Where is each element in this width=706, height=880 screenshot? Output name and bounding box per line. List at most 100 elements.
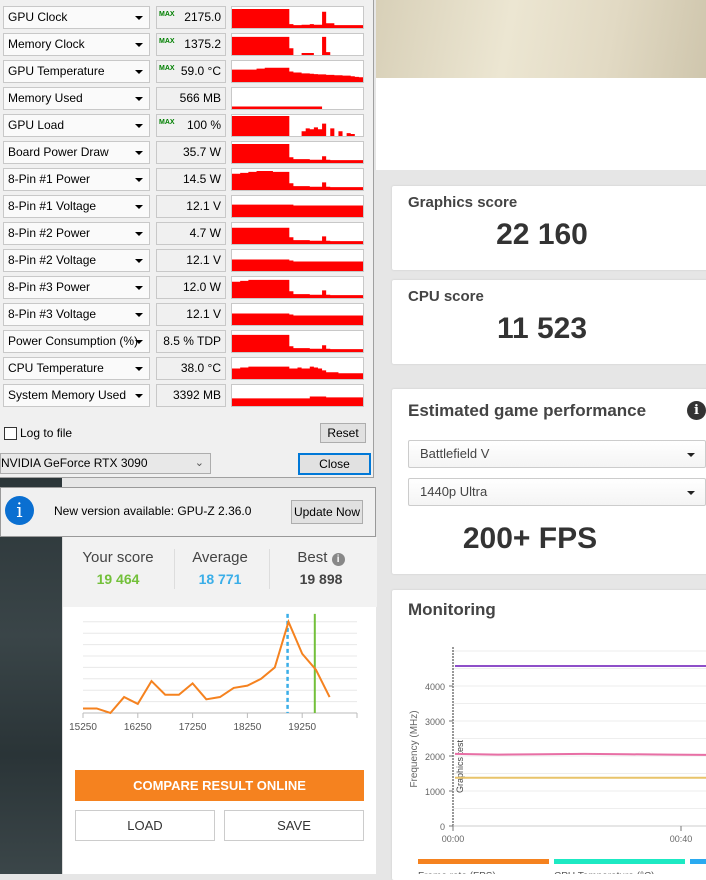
caret-down-icon bbox=[687, 453, 695, 457]
gpuz-sensors-window: GPU Clock MAX2175.0 MHz Memory Clock MAX… bbox=[0, 0, 374, 478]
checkbox-box[interactable] bbox=[4, 426, 17, 440]
sensor-row: System Memory Used 3392 MB bbox=[3, 384, 364, 407]
sensor-history-area bbox=[232, 227, 363, 244]
caret-down-icon bbox=[135, 232, 143, 236]
sensor-name-dropdown[interactable]: GPU Load bbox=[3, 114, 150, 137]
compare-result-online-button[interactable]: COMPARE RESULT ONLINE bbox=[75, 770, 364, 801]
game-select-value: Battlefield V bbox=[420, 446, 490, 461]
caret-down-icon bbox=[135, 124, 143, 128]
sensor-name-dropdown[interactable]: Board Power Draw bbox=[3, 141, 150, 164]
sensor-history-area bbox=[232, 143, 363, 163]
sensor-name-dropdown[interactable]: System Memory Used bbox=[3, 384, 150, 407]
sensor-graph bbox=[231, 33, 364, 56]
sensor-name: 8-Pin #2 Voltage bbox=[8, 253, 97, 267]
sensor-value: 12.0 W bbox=[156, 276, 226, 299]
sensor-history-area bbox=[232, 204, 363, 217]
sensor-name-dropdown[interactable]: Power Consumption (%) bbox=[3, 330, 150, 353]
sensor-value-text: 12.1 V bbox=[186, 253, 221, 267]
sensor-name: 8-Pin #3 Voltage bbox=[8, 307, 97, 321]
save-button[interactable]: SAVE bbox=[224, 810, 364, 841]
sensor-value: 35.7 W bbox=[156, 141, 226, 164]
sensor-graph bbox=[231, 303, 364, 326]
sensor-graph bbox=[231, 87, 364, 110]
caret-down-icon bbox=[135, 43, 143, 47]
gpu-select[interactable]: NVIDIA GeForce RTX 3090 ⌄ bbox=[0, 453, 211, 474]
caret-down-icon bbox=[135, 367, 143, 371]
caret-down-icon bbox=[135, 286, 143, 290]
sensor-value-text: 3392 MB bbox=[172, 388, 221, 402]
info-icon: i bbox=[5, 496, 34, 525]
sensor-value-text: 12.1 V bbox=[186, 199, 221, 213]
legend-swatch[interactable] bbox=[418, 859, 549, 864]
caret-down-icon bbox=[135, 151, 143, 155]
sensor-value: 12.1 V bbox=[156, 303, 226, 326]
sensor-name-dropdown[interactable]: GPU Temperature bbox=[3, 60, 150, 83]
sensor-row: 8-Pin #2 Voltage 12.1 V bbox=[3, 249, 364, 272]
caret-down-icon bbox=[135, 205, 143, 209]
gpu-select-value: NVIDIA GeForce RTX 3090 bbox=[1, 456, 148, 470]
sensor-history-area bbox=[232, 67, 363, 82]
x-tick-label: 00:40 bbox=[670, 834, 693, 844]
sensor-graph bbox=[231, 168, 364, 191]
sensor-name-dropdown[interactable]: 8-Pin #3 Voltage bbox=[3, 303, 150, 326]
info-icon[interactable]: i bbox=[687, 401, 706, 420]
sensor-name: 8-Pin #1 Power bbox=[8, 172, 91, 186]
sensor-name-dropdown[interactable]: GPU Clock bbox=[3, 6, 150, 29]
sensor-graph bbox=[231, 222, 364, 245]
close-button[interactable]: Close bbox=[298, 453, 371, 475]
y-tick-label: 4000 bbox=[425, 682, 445, 692]
sensor-value-text: 14.5 W bbox=[182, 172, 221, 186]
sensor-name-dropdown[interactable]: 8-Pin #2 Power bbox=[3, 222, 150, 245]
sensor-value-text: 8.5 % TDP bbox=[163, 334, 221, 348]
y-tick-label: 1000 bbox=[425, 787, 445, 797]
cpu-score-label: CPU score bbox=[408, 288, 484, 305]
graphics-score-label: Graphics score bbox=[408, 194, 518, 211]
sensor-name-dropdown[interactable]: 8-Pin #1 Power bbox=[3, 168, 150, 191]
sensor-value-text: 100 % bbox=[186, 118, 221, 132]
sensor-row: GPU Load MAX 100 % bbox=[3, 114, 364, 137]
sensor-history-area bbox=[232, 8, 363, 28]
sensor-history-area bbox=[232, 334, 363, 352]
log-to-file-checkbox[interactable]: Log to file bbox=[4, 426, 72, 440]
best-label: Best bbox=[297, 549, 328, 566]
sensor-name: Power Consumption (%) bbox=[8, 334, 139, 348]
sensor-name-dropdown[interactable]: 8-Pin #3 Power bbox=[3, 276, 150, 299]
legend-swatch[interactable] bbox=[690, 859, 706, 864]
legend-swatch[interactable] bbox=[554, 859, 685, 864]
caret-down-icon bbox=[135, 97, 143, 101]
sensor-row: 8-Pin #1 Power 14.5 W bbox=[3, 168, 364, 191]
sensor-name-dropdown[interactable]: CPU Temperature bbox=[3, 357, 150, 380]
average-score: Average 18 771 bbox=[168, 549, 272, 587]
sensor-name: Memory Clock bbox=[8, 37, 85, 51]
sensor-history-area bbox=[232, 116, 363, 136]
y-tick-label: 2000 bbox=[425, 752, 445, 762]
caret-down-icon bbox=[135, 259, 143, 263]
sensor-history-area bbox=[232, 279, 363, 298]
game-select[interactable]: Battlefield V bbox=[408, 440, 706, 468]
sensor-history-area bbox=[232, 259, 363, 271]
sensor-row: CPU Temperature 38.0 °C bbox=[3, 357, 364, 380]
update-now-button[interactable]: Update Now bbox=[291, 500, 363, 524]
sensor-history-area bbox=[232, 366, 363, 379]
info-icon[interactable]: i bbox=[331, 553, 345, 566]
caret-down-icon bbox=[135, 16, 143, 20]
sensor-name-dropdown[interactable]: Memory Used bbox=[3, 87, 150, 110]
sensor-name-dropdown[interactable]: Memory Clock bbox=[3, 33, 150, 56]
sensor-name-dropdown[interactable]: 8-Pin #1 Voltage bbox=[3, 195, 150, 218]
reset-button[interactable]: Reset bbox=[320, 423, 366, 443]
sensor-graph bbox=[231, 6, 364, 29]
caret-down-icon bbox=[135, 178, 143, 182]
caret-down-icon bbox=[135, 394, 143, 398]
y-tick-label: 0 bbox=[440, 822, 445, 832]
score-distribution-chart: 15250 16250 17250 18250 19250 bbox=[69, 613, 358, 733]
sensor-value: 14.5 W bbox=[156, 168, 226, 191]
sensor-value: 12.1 V bbox=[156, 249, 226, 272]
sensor-row: Power Consumption (%) 8.5 % TDP bbox=[3, 330, 364, 353]
graphics-test-label: Graphics test bbox=[455, 739, 465, 793]
preset-select[interactable]: 1440p Ultra bbox=[408, 478, 706, 506]
x-tick-label: 16250 bbox=[124, 722, 152, 733]
sensor-history-area bbox=[232, 170, 363, 190]
max-indicator: MAX bbox=[159, 38, 175, 45]
sensor-name-dropdown[interactable]: 8-Pin #2 Voltage bbox=[3, 249, 150, 272]
load-button[interactable]: LOAD bbox=[75, 810, 215, 841]
